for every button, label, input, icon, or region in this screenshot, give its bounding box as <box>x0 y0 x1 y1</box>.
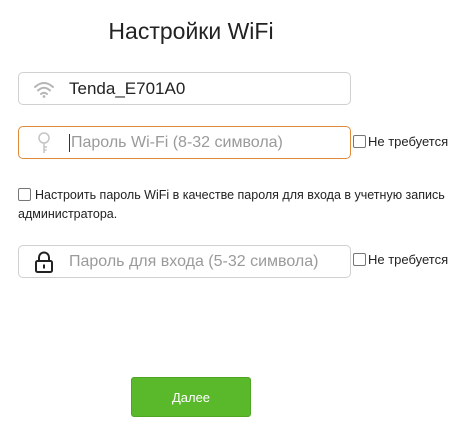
wifi-settings-page: Настройки WiFi Tenda_E701A0 Не требуется… <box>0 0 470 441</box>
sync-password-option[interactable]: Настроить пароль WiFi в качестве пароля … <box>18 186 458 224</box>
lock-icon <box>19 246 69 277</box>
sync-password-checkbox[interactable] <box>18 188 31 201</box>
ssid-value: Tenda_E701A0 <box>69 78 186 98</box>
wifi-password-not-required[interactable]: Не требуется <box>353 134 448 149</box>
page-title: Настройки WiFi <box>108 18 274 44</box>
ssid-field[interactable]: Tenda_E701A0 <box>18 72 351 105</box>
wifi-icon <box>19 73 69 104</box>
wifi-password-field[interactable] <box>18 126 351 159</box>
key-icon <box>19 127 69 158</box>
wifi-password-not-required-label: Не требуется <box>368 134 449 149</box>
wifi-password-not-required-checkbox[interactable] <box>353 135 366 148</box>
login-password-not-required-label: Не требуется <box>368 252 449 267</box>
wifi-password-input[interactable] <box>69 133 339 152</box>
next-button[interactable]: Далее <box>131 377 251 417</box>
login-password-not-required-checkbox[interactable] <box>353 253 366 266</box>
sync-password-label: Настроить пароль WiFi в качестве пароля … <box>18 188 445 221</box>
login-password-field[interactable] <box>18 245 351 278</box>
login-password-input[interactable] <box>69 246 339 277</box>
login-password-not-required[interactable]: Не требуется <box>353 252 448 267</box>
